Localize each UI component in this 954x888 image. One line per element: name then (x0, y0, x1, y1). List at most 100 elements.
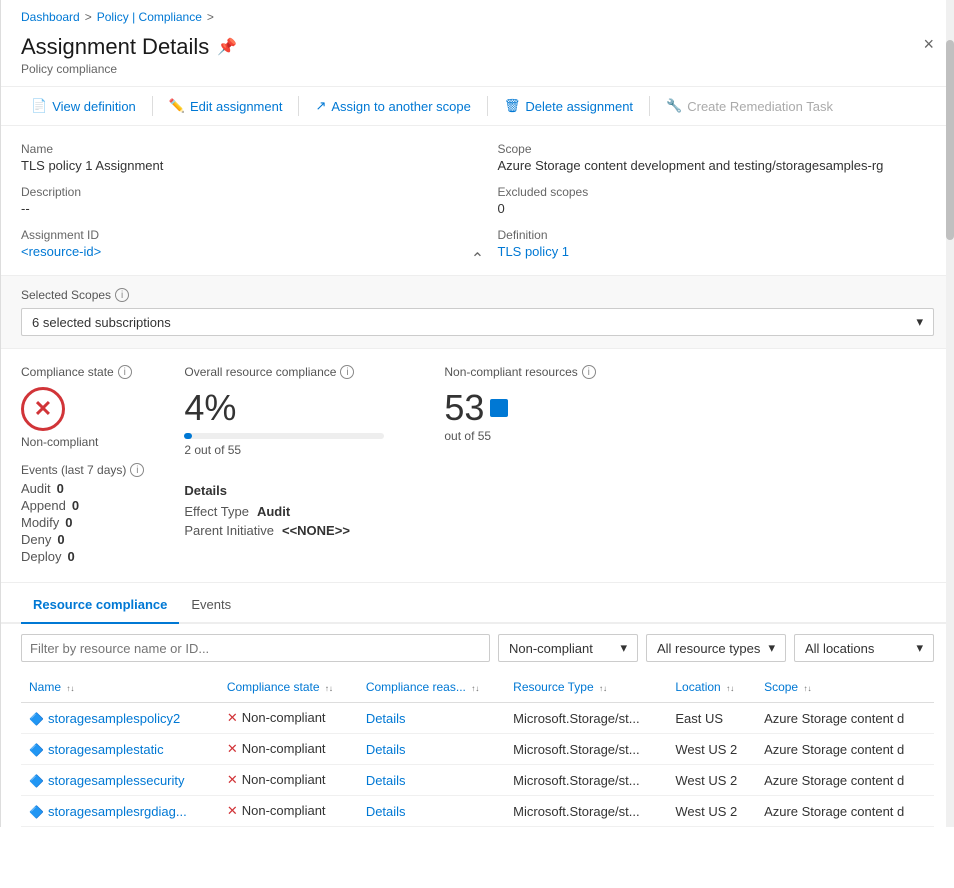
event-row-deny: Deny 0 (21, 532, 144, 547)
tab-resource-compliance[interactable]: Resource compliance (21, 587, 179, 624)
cell-reason-3[interactable]: Details (358, 796, 505, 827)
sort-icon: ↑↓ (325, 684, 333, 693)
compliance-filter[interactable]: Non-compliant ▾ (498, 634, 638, 662)
edit-assignment-button[interactable]: ✏️ Edit assignment (159, 93, 293, 119)
excluded-scopes-label: Excluded scopes (498, 185, 935, 199)
overall-compliance-block: Overall resource compliance i 4% 2 out o… (184, 365, 404, 566)
resource-table: Name ↑↓ Compliance state ↑↓ Compliance r… (21, 672, 934, 827)
col-name[interactable]: Name ↑↓ (21, 672, 219, 703)
toolbar-separator-1 (152, 96, 153, 116)
compliance-section: Compliance state i ✕ Non-compliant Event… (1, 349, 954, 583)
cell-type-3: Microsoft.Storage/st... (505, 796, 667, 827)
overall-info-icon[interactable]: i (340, 365, 354, 379)
create-remediation-button[interactable]: 🔧 Create Remediation Task (656, 93, 843, 119)
non-compliant-out-of: out of 55 (444, 429, 595, 443)
cell-scope-1: Azure Storage content d (756, 734, 934, 765)
events-title: Events (last 7 days) i (21, 463, 144, 477)
resource-filter-input[interactable] (21, 634, 490, 662)
sort-icon: ↑↓ (66, 684, 74, 693)
close-button[interactable]: × (923, 34, 934, 55)
cell-name-2[interactable]: 🔷storagesamplessecurity (21, 765, 219, 796)
scopes-info-icon[interactable]: i (115, 288, 129, 302)
edit-icon: ✏️ (169, 98, 185, 114)
compliance-state-info-icon[interactable]: i (118, 365, 132, 379)
table-header-row: Name ↑↓ Compliance state ↑↓ Compliance r… (21, 672, 934, 703)
definition-group: Definition TLS policy 1 (498, 228, 935, 259)
cell-reason-2[interactable]: Details (358, 765, 505, 796)
table-row: 🔷storagesamplesrgdiag... ✕Non-compliant … (21, 796, 934, 827)
chevron-down-icon: ▾ (916, 640, 923, 656)
breadcrumb-dashboard[interactable]: Dashboard (21, 10, 80, 24)
remediation-icon: 🔧 (666, 98, 682, 114)
toolbar-separator-3 (487, 96, 488, 116)
collapse-button[interactable]: ⌃ (471, 249, 484, 269)
assignment-id-value[interactable]: <resource-id> (21, 244, 458, 259)
compliance-percentage: 4% (184, 387, 404, 429)
cell-reason-1[interactable]: Details (358, 734, 505, 765)
cell-name-1[interactable]: 🔷storagesamplestatic (21, 734, 219, 765)
cell-scope-3: Azure Storage content d (756, 796, 934, 827)
desc-label: Description (21, 185, 458, 199)
overall-compliance-title: Overall resource compliance i (184, 365, 404, 379)
excluded-scopes-value: 0 (498, 201, 935, 216)
assign-icon: ↗ (315, 98, 326, 114)
delete-assignment-button[interactable]: 🗑 Delete assignment (494, 93, 643, 119)
excluded-scopes-group: Excluded scopes 0 (498, 185, 935, 216)
cell-type-2: Microsoft.Storage/st... (505, 765, 667, 796)
toolbar-separator-4 (649, 96, 650, 116)
non-compliant-resources-block: Non-compliant resources i 53 out of 55 (444, 365, 595, 566)
cell-compliance-3: ✕Non-compliant (219, 796, 358, 827)
events-block: Events (last 7 days) i Audit 0 Append 0 … (21, 463, 144, 566)
progress-bar-fill (184, 433, 192, 439)
definition-value[interactable]: TLS policy 1 (498, 244, 935, 259)
assignment-id-group: Assignment ID <resource-id> (21, 228, 458, 259)
breadcrumb-compliance[interactable]: Policy | Compliance (97, 10, 202, 24)
pin-icon[interactable]: 📌 (217, 37, 237, 57)
cell-location-0: East US (667, 703, 756, 734)
cell-location-2: West US 2 (667, 765, 756, 796)
scopes-section: Selected Scopes i 6 selected subscriptio… (1, 276, 954, 349)
non-compliant-info-icon[interactable]: i (582, 365, 596, 379)
assignment-id-label: Assignment ID (21, 228, 458, 242)
tab-events[interactable]: Events (179, 587, 243, 624)
cell-name-3[interactable]: 🔷storagesamplesrgdiag... (21, 796, 219, 827)
col-scope[interactable]: Scope ↑↓ (756, 672, 934, 703)
name-value: TLS policy 1 Assignment (21, 158, 458, 173)
delete-icon: 🗑 (504, 98, 521, 114)
non-compliant-resources-title: Non-compliant resources i (444, 365, 595, 379)
scrollbar-track[interactable] (946, 0, 954, 827)
resource-table-wrap: Name ↑↓ Compliance state ↑↓ Compliance r… (1, 672, 954, 827)
cell-compliance-1: ✕Non-compliant (219, 734, 358, 765)
assign-scope-button[interactable]: ↗ Assign to another scope (305, 93, 480, 119)
table-row: 🔷storagesamplessecurity ✕Non-compliant D… (21, 765, 934, 796)
scopes-dropdown-label: 6 selected subscriptions (32, 315, 171, 330)
non-compliant-badge: ✕ (21, 387, 65, 431)
resource-type-filter[interactable]: All resource types ▾ (646, 634, 786, 662)
toolbar-separator-2 (298, 96, 299, 116)
non-compliant-count: 53 (444, 387, 595, 429)
col-compliance-state[interactable]: Compliance state ↑↓ (219, 672, 358, 703)
cell-reason-0[interactable]: Details (358, 703, 505, 734)
sort-icon: ↑↓ (803, 684, 811, 693)
breadcrumb-sep-1: > (85, 10, 92, 24)
progress-bar (184, 433, 384, 439)
toolbar: 📄 View definition ✏️ Edit assignment ↗ A… (1, 86, 954, 126)
cell-name-0[interactable]: 🔷storagesamplespolicy2 (21, 703, 219, 734)
cell-compliance-2: ✕Non-compliant (219, 765, 358, 796)
details-grid: Name TLS policy 1 Assignment Scope Azure… (1, 126, 954, 276)
scope-value: Azure Storage content development and te… (498, 158, 935, 173)
document-icon: 📄 (31, 98, 47, 114)
view-definition-button[interactable]: 📄 View definition (21, 93, 146, 119)
col-location[interactable]: Location ↑↓ (667, 672, 756, 703)
col-compliance-reason[interactable]: Compliance reas... ↑↓ (358, 672, 505, 703)
scopes-label: Selected Scopes i (21, 288, 934, 302)
panel-subtitle: Policy compliance (21, 62, 237, 76)
location-filter[interactable]: All locations ▾ (794, 634, 934, 662)
col-resource-type[interactable]: Resource Type ↑↓ (505, 672, 667, 703)
scopes-dropdown[interactable]: 6 selected subscriptions ▾ (21, 308, 934, 336)
event-row-modify: Modify 0 (21, 515, 144, 530)
event-row-audit: Audit 0 (21, 481, 144, 496)
parent-initiative-row: Parent Initiative <<NONE>> (184, 523, 404, 538)
events-info-icon[interactable]: i (130, 463, 144, 477)
scrollbar-thumb[interactable] (946, 40, 954, 240)
